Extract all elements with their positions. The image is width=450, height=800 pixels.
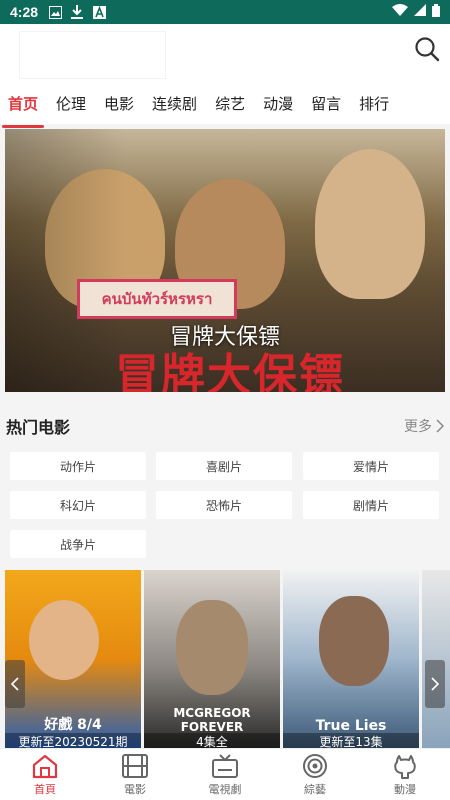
wifi-icon — [392, 4, 408, 20]
carousel-next-button[interactable] — [425, 660, 445, 708]
poster-carousel: 好戲 8/4 更新至20230521期 MCGREGOR FOREVER 4集全… — [5, 570, 450, 748]
poster-card[interactable]: 好戲 8/4 更新至20230521期 — [5, 570, 141, 748]
genre-chip[interactable]: 科幻片 — [10, 491, 146, 519]
poster-face — [319, 596, 389, 686]
target-icon — [303, 753, 327, 778]
github-icon — [394, 754, 416, 779]
poster-status: 4集全 — [144, 733, 280, 748]
tab-home[interactable]: 首页 — [1, 87, 45, 128]
download-icon — [70, 5, 84, 19]
genre-chip[interactable]: 爱情片 — [303, 452, 439, 480]
banner-caption: 冒牌大保镖 — [169, 325, 280, 350]
banner-shade — [5, 129, 125, 392]
featured-banner[interactable]: คนบันทัวร์หรหรา 冒牌大保镖 冒牌大保镖 — [5, 129, 445, 392]
film-icon — [122, 753, 148, 778]
nav-movies-label: 電影 — [124, 782, 146, 796]
bottom-navigation: 首頁 電影 電視劇 綜藝 動漫 — [0, 748, 450, 800]
section-title: 热门电影 — [6, 418, 71, 437]
poster-card[interactable]: MCGREGOR FOREVER 4集全 — [144, 570, 280, 748]
status-time: 4:28 — [10, 4, 39, 20]
genre-chip[interactable]: 喜剧片 — [156, 452, 292, 480]
poster-title: 好戲 8/4 — [44, 717, 102, 733]
nav-variety-label: 綜藝 — [304, 782, 326, 796]
banner-figure-right — [315, 149, 425, 299]
tab-ethics[interactable]: 伦理 — [54, 87, 88, 120]
poster-title: True Lies — [315, 718, 387, 734]
tab-anime[interactable]: 动漫 — [261, 87, 295, 120]
poster-face — [29, 600, 99, 680]
hot-movies-header: 热门电影 更多 — [0, 408, 450, 444]
nav-tv-label: 電視劇 — [208, 782, 242, 796]
tab-series[interactable]: 连续剧 — [150, 87, 199, 120]
genre-chip[interactable]: 动作片 — [10, 452, 146, 480]
tab-variety[interactable]: 综艺 — [213, 87, 247, 120]
genre-chip[interactable]: 战争片 — [10, 530, 146, 558]
tab-ranking[interactable]: 排行 — [357, 87, 391, 120]
signal-icon — [414, 4, 426, 20]
nav-variety[interactable]: 綜藝 — [270, 749, 360, 800]
chevron-right-icon — [431, 677, 439, 691]
chevron-right-icon — [436, 419, 444, 433]
battery-icon — [432, 3, 440, 21]
poster-status: 更新至20230521期 — [5, 733, 141, 748]
poster-title: MCGREGOR FOREVER — [173, 706, 251, 734]
nav-anime[interactable]: 動漫 — [360, 749, 450, 800]
search-icon — [415, 37, 440, 62]
nav-tv[interactable]: 電視劇 — [180, 749, 270, 800]
poster-card[interactable]: True Lies 更新至13集 — [283, 570, 419, 748]
more-link[interactable]: 更多 — [404, 416, 444, 436]
poster-status: 更新至13集 — [283, 733, 419, 748]
status-bar: 4:28 — [0, 0, 450, 24]
poster-card-partial[interactable] — [422, 570, 450, 748]
chevron-left-icon — [11, 677, 19, 691]
genre-chip[interactable]: 恐怖片 — [156, 491, 292, 519]
category-tabs: 首页 伦理 电影 连续剧 综艺 动漫 留言 排行 — [0, 82, 450, 128]
logo-placeholder — [20, 32, 165, 78]
tv-icon — [212, 753, 238, 778]
carousel-prev-button[interactable] — [5, 660, 25, 708]
image-notification-icon — [48, 5, 62, 19]
banner-sign: คนบันทัวร์หรหรา — [77, 279, 237, 319]
nav-home-label: 首頁 — [34, 782, 56, 796]
nav-anime-label: 動漫 — [394, 782, 416, 796]
home-icon — [32, 754, 58, 778]
poster-face — [176, 600, 248, 695]
nav-movies[interactable]: 電影 — [90, 749, 180, 800]
search-button[interactable] — [414, 36, 440, 62]
tab-messages[interactable]: 留言 — [309, 87, 343, 120]
text-notification-icon — [92, 5, 106, 19]
tab-movies[interactable]: 电影 — [102, 87, 136, 120]
app-header: 首页 伦理 电影 连续剧 综艺 动漫 留言 排行 — [0, 24, 450, 128]
nav-home[interactable]: 首頁 — [0, 749, 90, 800]
more-label: 更多 — [404, 419, 432, 435]
genre-chip[interactable]: 剧情片 — [303, 491, 439, 519]
